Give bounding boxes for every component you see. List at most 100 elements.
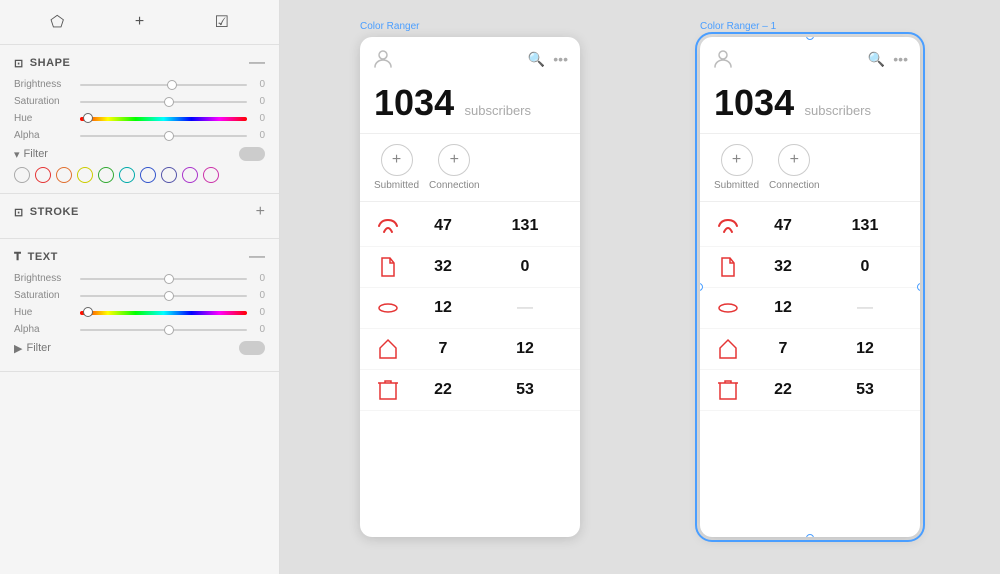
hue-value: 0: [253, 113, 265, 124]
color-circle-8[interactable]: [182, 167, 198, 183]
text-saturation-track[interactable]: [80, 295, 247, 297]
row2-icon-2: [714, 253, 742, 281]
submitted-label-1: Submitted: [374, 180, 419, 191]
phone-frame-2[interactable]: 🔍 ••• 1034 subscribers + Submitted + Con…: [700, 37, 920, 537]
text-hue-slider-row: Hue 0: [14, 307, 265, 318]
row3-dash-1: —: [484, 299, 566, 317]
shape-title: ⊡ SHAPE: [14, 57, 70, 70]
saturation-track[interactable]: [80, 101, 247, 103]
shape-collapse-btn[interactable]: —: [249, 55, 265, 71]
table-row-2-2: 32 0: [700, 247, 920, 288]
saturation-slider-row: Saturation 0: [14, 96, 265, 107]
row3-num1-1: 12: [402, 299, 484, 317]
search-icon-1[interactable]: 🔍: [528, 51, 545, 68]
table-row-4-1: 7 12: [360, 329, 580, 370]
color-circle-2[interactable]: [56, 167, 72, 183]
canvas-area: Color Ranger 🔍 ••• 1034 subscribers: [280, 0, 1000, 574]
color-circle-7[interactable]: [161, 167, 177, 183]
text-section-header: 𝐓 TEXT —: [14, 249, 265, 265]
stroke-add-btn[interactable]: +: [256, 204, 265, 220]
text-brightness-thumb[interactable]: [164, 274, 174, 284]
color-circle-6[interactable]: [140, 167, 156, 183]
row5-num2-2: 53: [824, 381, 906, 399]
text-saturation-thumb[interactable]: [164, 291, 174, 301]
shape-icon[interactable]: ⬠: [45, 10, 69, 34]
checkbox-icon[interactable]: ☑: [210, 10, 234, 34]
submitted-btn-2[interactable]: + Submitted: [714, 144, 759, 191]
text-section: 𝐓 TEXT — Brightness 0 Saturation 0 Hue: [0, 239, 279, 372]
text-alpha-thumb[interactable]: [164, 325, 174, 335]
row2-num1-2: 32: [742, 258, 824, 276]
handle-bm[interactable]: [806, 534, 814, 537]
connection-btn-2[interactable]: + Connection: [769, 144, 820, 191]
shape-filter-toggle[interactable]: [239, 147, 265, 161]
row1-num2-2: 131: [824, 217, 906, 235]
text-brightness-label: Brightness: [14, 273, 74, 284]
table-row-5-1: 22 53: [360, 370, 580, 411]
add-icon[interactable]: +: [127, 10, 151, 34]
alpha-label: Alpha: [14, 130, 74, 141]
submitted-label-2: Submitted: [714, 180, 759, 191]
connection-label-1: Connection: [429, 180, 480, 191]
submitted-btn-1[interactable]: + Submitted: [374, 144, 419, 191]
hue-track[interactable]: [80, 117, 247, 121]
shape-section: ⊡ SHAPE — Brightness 0 Saturation 0 Hue: [0, 45, 279, 194]
subscribers-count-2: 1034: [714, 82, 794, 123]
phone1-action-buttons: + Submitted + Connection: [360, 134, 580, 202]
connection-circle-1: +: [438, 144, 470, 176]
text-saturation-label: Saturation: [14, 290, 74, 301]
avatar-icon-2: [712, 47, 736, 71]
handle-mr[interactable]: [917, 283, 920, 291]
brightness-thumb[interactable]: [167, 80, 177, 90]
color-circle-1[interactable]: [35, 167, 51, 183]
color-circle-0[interactable]: [14, 167, 30, 183]
table-row-3-1: 12 —: [360, 288, 580, 329]
stroke-section-header: ⊡ STROKE +: [14, 204, 265, 220]
text-hue-thumb[interactable]: [83, 307, 93, 317]
text-alpha-label: Alpha: [14, 324, 74, 335]
text-brightness-track[interactable]: [80, 278, 247, 280]
row5-num2-1: 53: [484, 381, 566, 399]
hue-thumb[interactable]: [83, 113, 93, 123]
row2-num2-2: 0: [824, 258, 906, 276]
table-row-4-2: 7 12: [700, 329, 920, 370]
alpha-value: 0: [253, 130, 265, 141]
table-row-1-2: 47 131: [700, 206, 920, 247]
color-circle-3[interactable]: [77, 167, 93, 183]
row1-num1-1: 47: [402, 217, 484, 235]
saturation-thumb[interactable]: [164, 97, 174, 107]
row1-num2-1: 131: [484, 217, 566, 235]
shape-section-icon: ⊡: [14, 57, 24, 70]
alpha-track[interactable]: [80, 135, 247, 137]
search-icon-2[interactable]: 🔍: [868, 51, 885, 68]
more-icon-1[interactable]: •••: [553, 51, 568, 67]
brightness-track[interactable]: [80, 84, 247, 86]
submitted-circle-2: +: [721, 144, 753, 176]
more-icon-2[interactable]: •••: [893, 51, 908, 67]
handle-tr[interactable]: [917, 37, 920, 40]
text-alpha-track[interactable]: [80, 329, 247, 331]
chevron-right-icon: ▶: [14, 342, 22, 355]
row4-num2-1: 12: [484, 340, 566, 358]
handle-bl[interactable]: [700, 534, 703, 537]
text-filter-label: ▶ Filter: [14, 342, 51, 355]
text-hue-track[interactable]: [80, 311, 247, 315]
connection-label-2: Connection: [769, 180, 820, 191]
text-brightness-value: 0: [253, 273, 265, 284]
color-circle-5[interactable]: [119, 167, 135, 183]
connection-btn-1[interactable]: + Connection: [429, 144, 480, 191]
handle-br[interactable]: [917, 534, 920, 537]
phone2-stats: 1034 subscribers: [700, 77, 920, 134]
chevron-down-icon: ▾: [14, 148, 20, 161]
text-filter-toggle[interactable]: [239, 341, 265, 355]
phone-frame-1[interactable]: 🔍 ••• 1034 subscribers + Submitted + Con…: [360, 37, 580, 537]
frame1-label: Color Ranger: [360, 21, 419, 32]
text-filter-row: ▶ Filter: [14, 341, 265, 355]
hue-slider-row: Hue 0: [14, 113, 265, 124]
color-circle-4[interactable]: [98, 167, 114, 183]
row1-icon-2: [714, 212, 742, 240]
alpha-thumb[interactable]: [164, 131, 174, 141]
color-circle-9[interactable]: [203, 167, 219, 183]
frame2-label: Color Ranger – 1: [700, 21, 776, 32]
text-collapse-btn[interactable]: —: [249, 249, 265, 265]
